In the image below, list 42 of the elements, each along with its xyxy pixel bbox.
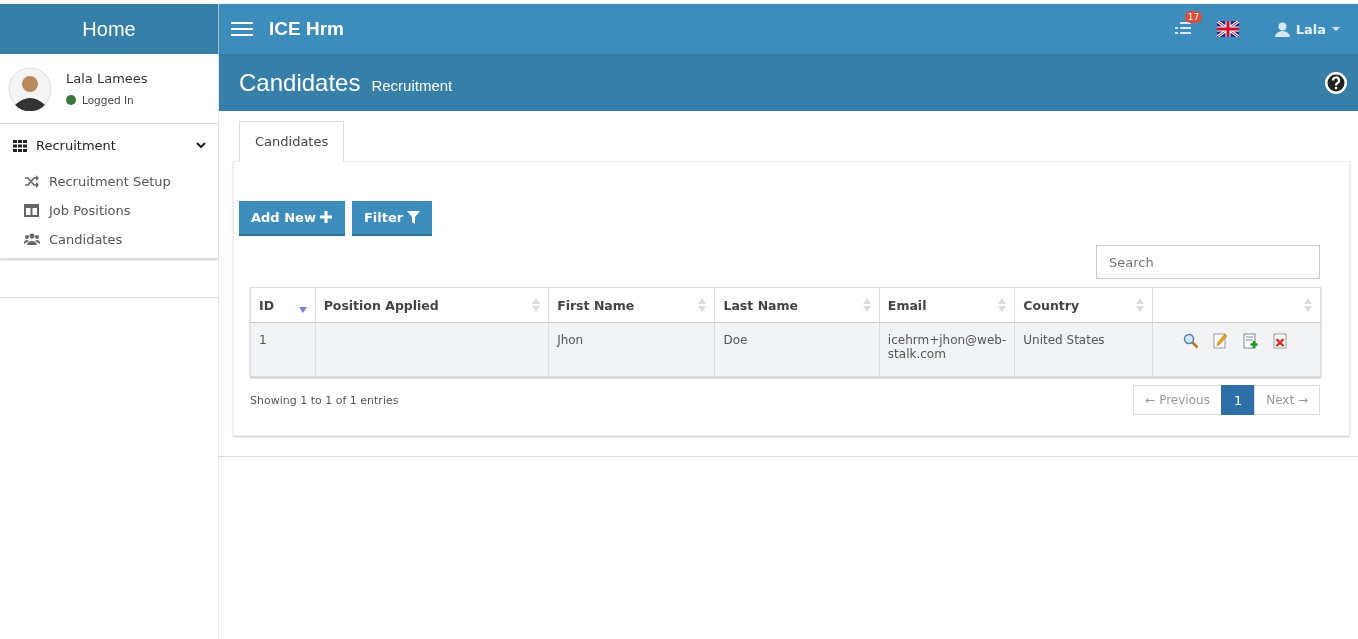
table-cell: Doe xyxy=(723,333,748,347)
table-cell: icehrm+jhon@web-stalk.com xyxy=(887,333,1007,361)
magnifier-icon[interactable] xyxy=(1183,333,1200,349)
avatar-icon xyxy=(8,66,52,111)
task-list-icon[interactable] xyxy=(1174,20,1191,35)
table-cell: Jhon xyxy=(557,333,584,347)
submenu-item[interactable]: Candidates xyxy=(49,232,123,247)
table-cell: United States xyxy=(1023,333,1105,347)
caret-icon xyxy=(1332,26,1340,32)
users-icon xyxy=(24,233,40,246)
column-header[interactable]: Email xyxy=(887,297,927,313)
table-cell: 1 xyxy=(259,333,267,347)
menu-icon[interactable] xyxy=(231,21,253,37)
user-icon xyxy=(1274,21,1290,37)
tab[interactable]: Candidates xyxy=(239,121,345,162)
app-title: ICE Hrm xyxy=(269,18,345,40)
add-document-icon[interactable] xyxy=(1243,333,1260,349)
filter-icon xyxy=(407,211,421,224)
column-header[interactable]: Country xyxy=(1023,297,1080,313)
menu-item[interactable]: Recruitment xyxy=(36,138,187,153)
status-text: Logged In xyxy=(82,94,134,106)
plus-icon xyxy=(319,211,333,224)
page-title: Candidates xyxy=(239,68,361,97)
grid-icon xyxy=(13,139,27,152)
user-name: Lala Lamees xyxy=(66,71,148,86)
help-icon[interactable] xyxy=(1324,70,1348,95)
filter-button[interactable]: Filter xyxy=(351,201,433,236)
pencil-document-icon[interactable] xyxy=(1213,333,1230,349)
page-subtitle: Recruitment xyxy=(371,77,454,94)
shuffle-icon xyxy=(24,175,40,188)
submenu-item[interactable]: Job Positions xyxy=(49,203,131,218)
home-link[interactable]: Home xyxy=(0,4,218,54)
entries-info: Showing 1 to 1 of 1 entries xyxy=(250,393,399,407)
search-field[interactable]: Search xyxy=(1096,245,1320,279)
notification-badge: 17 xyxy=(1184,10,1203,23)
delete-document-icon[interactable] xyxy=(1273,333,1290,349)
add-button[interactable]: Add New xyxy=(239,201,345,236)
columns-icon xyxy=(24,204,40,217)
submenu-item[interactable]: Recruitment Setup xyxy=(49,174,171,189)
column-header[interactable]: ID xyxy=(259,297,275,313)
flag-icon[interactable] xyxy=(1216,21,1239,37)
sort-down-icon[interactable] xyxy=(298,307,307,313)
